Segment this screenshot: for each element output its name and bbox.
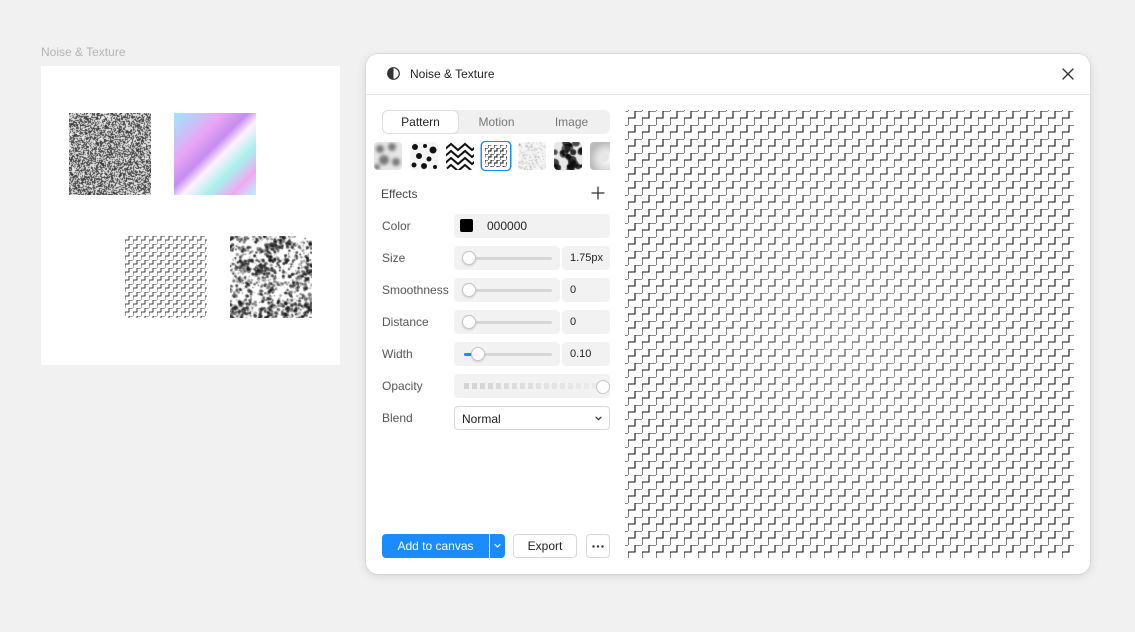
- grunge-texture-image: [230, 236, 312, 318]
- chevron-down-icon: [494, 543, 501, 548]
- opacity-slider-handle[interactable]: [596, 380, 610, 394]
- effects-label: Effects: [381, 187, 418, 201]
- color-label: Color: [382, 219, 411, 233]
- plus-icon[interactable]: [590, 185, 606, 201]
- smoothness-value[interactable]: 0: [562, 278, 610, 302]
- more-dots-icon: [592, 545, 604, 548]
- canvas-frame[interactable]: [41, 66, 340, 365]
- opacity-row: Opacity: [382, 374, 610, 398]
- preset-chevron[interactable]: [446, 142, 474, 170]
- add-options-dropdown[interactable]: [490, 534, 505, 558]
- color-field[interactable]: 000000: [454, 214, 610, 238]
- preset-spots[interactable]: [410, 142, 438, 170]
- size-slider[interactable]: [454, 246, 560, 270]
- blend-row: Blend Normal: [382, 406, 610, 430]
- half-circle-icon: [387, 67, 400, 80]
- preset-blur-dots[interactable]: [374, 142, 402, 170]
- opacity-slider[interactable]: [454, 374, 610, 398]
- mode-tabs: Pattern Motion Image: [382, 110, 610, 134]
- distance-slider[interactable]: [454, 310, 560, 334]
- zigzag-texture-thumbnail[interactable]: [125, 236, 207, 318]
- blend-label: Blend: [382, 411, 413, 425]
- tab-image[interactable]: Image: [534, 111, 609, 133]
- distance-label: Distance: [382, 315, 429, 329]
- width-slider-handle[interactable]: [470, 347, 485, 361]
- export-button[interactable]: Export: [513, 534, 577, 558]
- blend-value: Normal: [462, 412, 501, 426]
- width-label: Width: [382, 347, 413, 361]
- distance-value[interactable]: 0: [562, 310, 610, 334]
- size-label: Size: [382, 251, 406, 265]
- smoothness-label: Smoothness: [382, 283, 449, 297]
- width-value[interactable]: 0.10: [562, 342, 610, 366]
- more-options-button[interactable]: [586, 534, 610, 558]
- add-to-canvas-button[interactable]: Add to canvas: [382, 534, 489, 558]
- blend-select[interactable]: Normal: [454, 406, 610, 430]
- preset-light-noise[interactable]: [518, 142, 546, 170]
- preset-zigzag[interactable]: [482, 142, 510, 170]
- width-slider[interactable]: [454, 342, 560, 366]
- color-row: Color 000000: [382, 214, 610, 238]
- opacity-slider-track[interactable]: [464, 383, 600, 389]
- size-slider-track[interactable]: [464, 257, 552, 260]
- texture-preview: [625, 110, 1074, 558]
- tab-motion[interactable]: Motion: [459, 111, 534, 133]
- zigzag-pattern-preview: [625, 110, 1074, 558]
- color-swatch[interactable]: [460, 219, 473, 232]
- smoothness-slider-handle[interactable]: [462, 283, 476, 297]
- noise-texture-thumbnail[interactable]: [69, 113, 151, 195]
- tab-pattern[interactable]: Pattern: [383, 111, 458, 133]
- grunge-texture-thumbnail[interactable]: [230, 236, 312, 318]
- smoothness-slider[interactable]: [454, 278, 560, 302]
- opacity-label: Opacity: [382, 379, 423, 393]
- smoothness-slider-track[interactable]: [464, 289, 552, 292]
- noise-texture-image: [69, 113, 151, 195]
- preset-soft-circle[interactable]: [590, 142, 610, 170]
- distance-row: Distance 0: [382, 310, 610, 334]
- panel-title: Noise & Texture: [410, 67, 495, 81]
- distance-slider-track[interactable]: [464, 321, 552, 324]
- frame-label[interactable]: Noise & Texture: [41, 45, 126, 59]
- pattern-presets: [374, 141, 610, 171]
- panel-header: Noise & Texture: [366, 54, 1090, 95]
- close-icon[interactable]: [1058, 64, 1078, 84]
- preset-dark-blobs[interactable]: [554, 142, 582, 170]
- width-row: Width 0.10: [382, 342, 610, 366]
- color-hex-value[interactable]: 000000: [487, 219, 527, 233]
- noise-texture-panel: Noise & Texture Pattern Motion Image Eff…: [366, 54, 1090, 574]
- zigzag-texture-image: [125, 236, 207, 318]
- size-row: Size 1.75px: [382, 246, 610, 270]
- smoothness-row: Smoothness 0: [382, 278, 610, 302]
- holographic-gradient-thumbnail[interactable]: [174, 113, 256, 195]
- distance-slider-handle[interactable]: [462, 315, 476, 329]
- size-value[interactable]: 1.75px: [562, 246, 610, 270]
- size-slider-handle[interactable]: [462, 251, 476, 265]
- chevron-down-icon: [595, 416, 602, 421]
